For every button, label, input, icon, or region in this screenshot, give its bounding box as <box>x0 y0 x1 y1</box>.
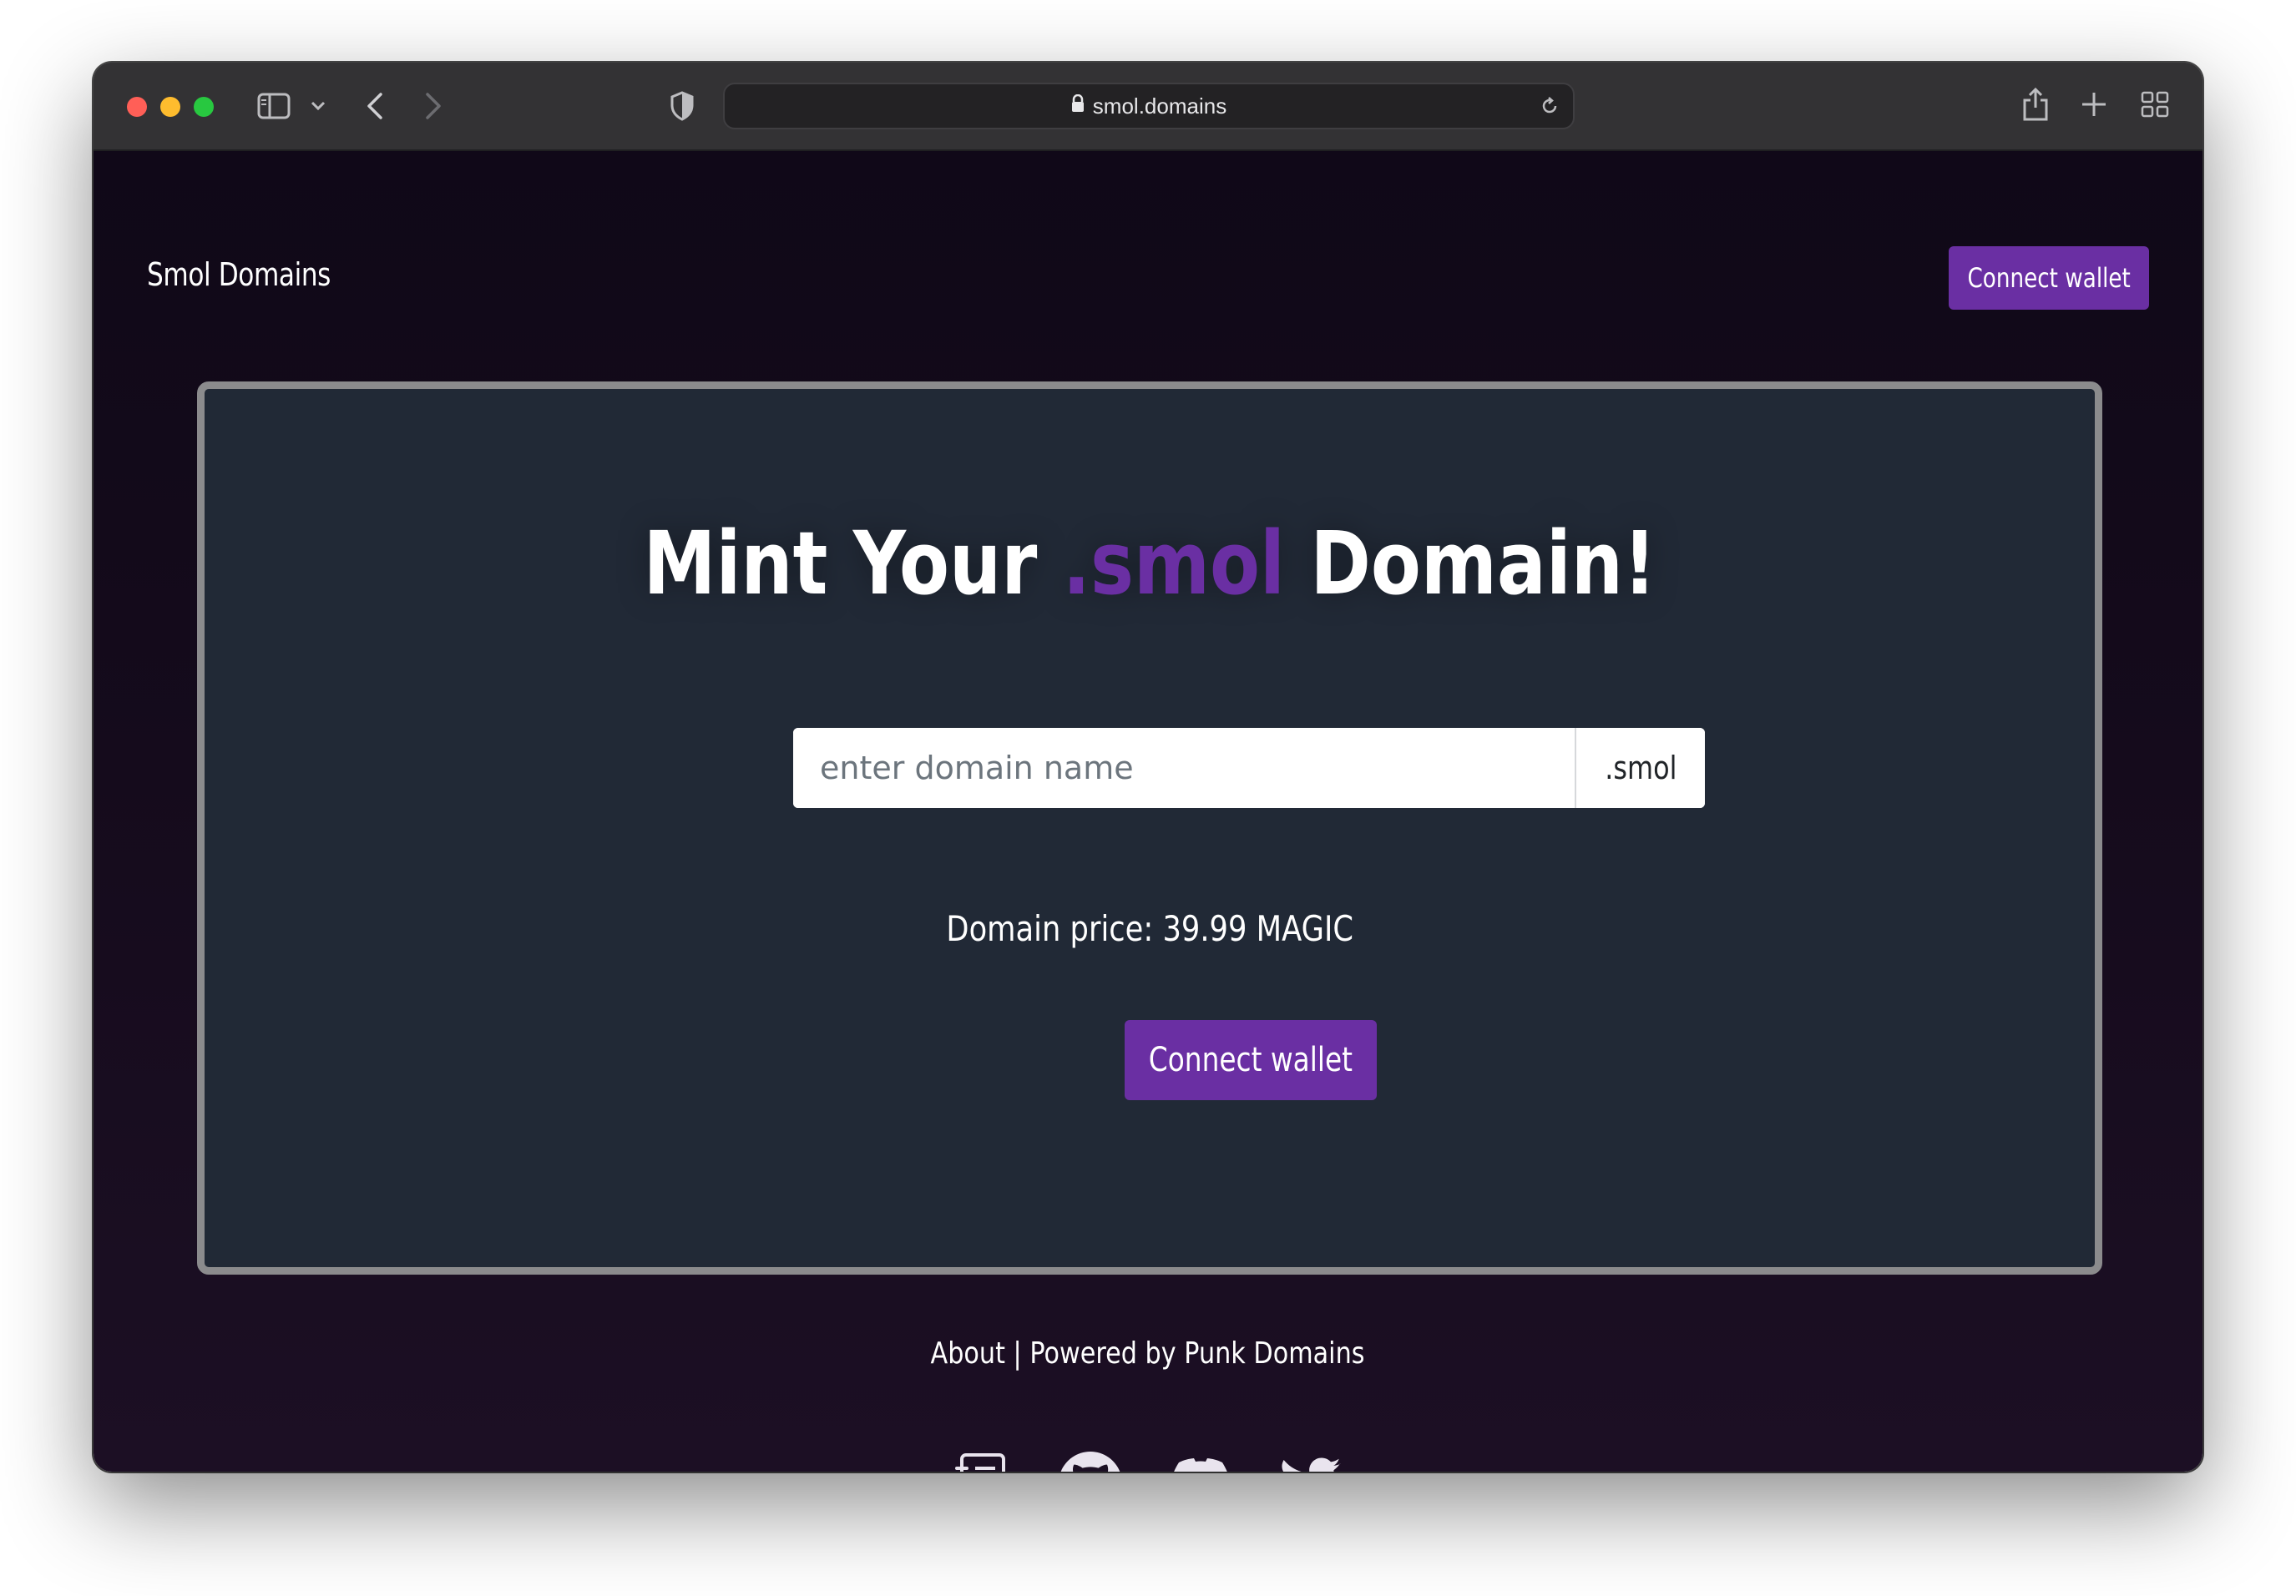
browser-window: smol.domains Smol Domains Connect wallet… <box>94 63 2202 1472</box>
new-tab-icon[interactable] <box>2081 91 2107 118</box>
social-links <box>947 1450 1348 1472</box>
title-accent-tld: .smol <box>1062 513 1285 614</box>
url-text: smol.domains <box>1092 93 1227 119</box>
footer-links: About | Powered by Punk Domains <box>94 1336 2202 1371</box>
lock-icon <box>1071 83 1085 127</box>
domain-name-input[interactable] <box>793 728 1575 808</box>
browser-titlebar: smol.domains <box>94 63 2202 151</box>
brand-link[interactable]: Smol Domains <box>147 256 331 293</box>
title-prefix: Mint Your <box>643 513 1038 614</box>
share-icon[interactable] <box>2020 86 2051 123</box>
github-icon[interactable] <box>1057 1450 1124 1472</box>
nav-connect-wallet-button[interactable]: Connect wallet <box>1949 246 2149 310</box>
domain-price-text: Domain price: 39.99 MAGIC <box>946 908 1353 949</box>
sidebar-icon[interactable] <box>257 93 291 119</box>
close-window-button[interactable] <box>127 97 147 117</box>
powered-by-link[interactable]: Powered by Punk Domains <box>1030 1336 1365 1371</box>
mint-title: Mint Your .smol Domain! <box>205 513 2095 614</box>
privacy-shield-icon[interactable] <box>670 91 695 121</box>
footer-separator: | <box>1014 1336 1023 1371</box>
address-bar[interactable]: smol.domains <box>723 83 1575 129</box>
domain-input-group: .smol <box>793 728 1705 808</box>
connect-wallet-button[interactable]: Connect wallet <box>1125 1020 1377 1100</box>
tld-suffix-label: .smol <box>1604 750 1677 786</box>
page-content: Smol Domains Connect wallet Mint Your .s… <box>94 149 2202 1472</box>
chevron-down-icon[interactable] <box>311 101 326 111</box>
reload-icon[interactable] <box>1540 96 1560 120</box>
forward-icon[interactable] <box>424 93 443 119</box>
zoom-window-button[interactable] <box>194 97 214 117</box>
domain-price: Domain price: 39.99 MAGIC <box>205 908 2095 949</box>
connect-wallet-label: Connect wallet <box>1148 1041 1353 1079</box>
tld-suffix: .smol <box>1575 728 1705 808</box>
twitter-icon[interactable] <box>1277 1450 1344 1472</box>
mint-card: Mint Your .smol Domain! .smol Domain pri… <box>197 381 2102 1275</box>
about-link[interactable]: About <box>931 1336 1005 1371</box>
tab-overview-icon[interactable] <box>2141 91 2169 118</box>
minimize-window-button[interactable] <box>160 97 180 117</box>
discord-icon[interactable] <box>1167 1450 1234 1472</box>
docs-icon[interactable] <box>947 1450 1014 1472</box>
back-icon[interactable] <box>366 93 384 119</box>
title-suffix: Domain! <box>1310 513 1656 614</box>
nav-connect-wallet-label: Connect wallet <box>1967 262 2131 294</box>
